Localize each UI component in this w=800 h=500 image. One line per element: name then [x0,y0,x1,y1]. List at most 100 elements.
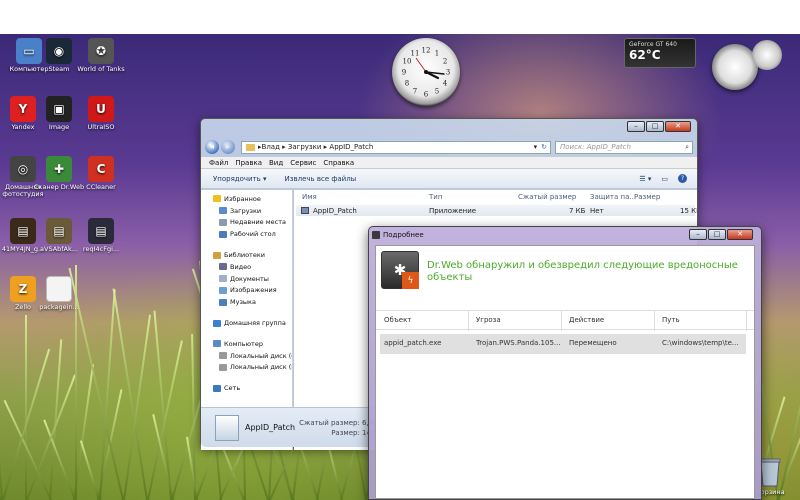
exe-file-icon [301,207,309,214]
search-icon[interactable]: ⌕ [685,143,689,152]
nav-item[interactable]: Недавние места [201,217,292,229]
desktop-icon[interactable]: ▤ reqI4cFgi... [72,218,130,253]
threat-table-header: Объект Угроза Действие Путь [376,310,754,331]
drweb-details-window[interactable]: Подробнее – □ ✕ ✱ ϟ Dr.Web обнаружил и об… [368,226,762,500]
organize-button[interactable]: Упорядочить ▾ [213,175,267,183]
nav-item[interactable]: Музыка [201,296,292,308]
cpu-meter-gadget[interactable] [712,44,758,90]
menu-edit[interactable]: Правка [235,159,262,167]
nav-item-icon [219,286,227,294]
extract-all-button[interactable]: Извлечь все файлы [285,175,357,183]
desktop-icon[interactable]: U UltraISO [72,96,130,131]
nav-item-label: Документы [230,274,269,283]
file-name: AppID_Patch [313,206,357,215]
menu-tools[interactable]: Сервис [290,159,316,167]
refresh-icon[interactable]: ↻ [541,143,547,151]
col-path[interactable]: Путь [662,316,680,324]
forward-button[interactable]: ▸ [221,140,235,154]
drweb-spider-logo-icon: ✱ ϟ [381,251,419,289]
table-row[interactable]: AppID_Patch Приложение 7 КБ Нет 15 КБ [296,205,697,216]
column-headers: Имя Тип Сжатый размер Защита па... Разме… [294,190,697,204]
desktop-icon[interactable]: packagein... [30,276,88,311]
menu-file[interactable]: Файл [209,159,228,167]
help-icon[interactable]: ? [678,174,687,183]
close-button[interactable]: ✕ [665,121,691,132]
nav-item[interactable]: Сеть [201,382,292,394]
desktop-icon[interactable]: ✪ World of Tanks [72,38,130,73]
menu-view[interactable]: Вид [269,159,283,167]
breadcrumb-sep: ▸ [321,143,330,151]
nav-item-icon [219,230,227,238]
app-icon: C [88,156,114,182]
clock-numeral: 7 [413,88,417,96]
app-icon: U [88,96,114,122]
breadcrumb-item[interactable]: Загрузки [288,143,322,151]
nav-item[interactable]: Изображения [201,285,292,297]
col-compressed[interactable]: Сжатый размер [518,193,576,201]
col-size[interactable]: Размер [634,193,660,201]
search-input[interactable]: Поиск: AppID_Patch ⌕ [555,140,693,154]
nav-item[interactable]: Видео [201,261,292,273]
address-bar-row: ◂ ▸ ▸ Влад ▸ Загрузки ▸ AppID_Patch ▾ ↻ … [205,139,693,155]
view-options-icon[interactable]: ☰ ▾ [639,175,651,183]
nav-item-label: Музыка [230,298,256,307]
clock-numeral: 3 [446,69,450,77]
menu-help[interactable]: Справка [323,159,354,167]
nav-item[interactable]: Локальный диск (C:) [201,350,292,362]
clock-gadget[interactable]: 1 2 3 4 5 6 7 8 9 10 11 12 [392,38,460,106]
back-button[interactable]: ◂ [205,140,219,154]
nav-item[interactable]: Избранное [201,193,292,205]
nav-item[interactable]: Документы [201,273,292,285]
clock-numeral: 2 [443,58,447,66]
gpu-temp-gadget[interactable]: GeForce GT 640 62°C [624,38,696,68]
clock-numeral: 11 [411,49,420,57]
file-preview-icon [215,414,239,441]
close-button[interactable]: ✕ [727,229,753,240]
file-protected: Нет [590,206,604,215]
nav-item-label: Локальный диск (C:) [230,351,292,360]
col-protected[interactable]: Защита па... [590,193,636,201]
nav-item-icon [219,218,227,226]
col-object[interactable]: Объект [384,316,411,324]
grass-blade [25,315,27,500]
col-name[interactable]: Имя [302,193,317,201]
history-dropdown-icon[interactable]: ▾ [534,143,538,151]
nav-item-label: Домашняя группа [224,319,286,328]
app-icon [46,276,72,302]
desktop-icon[interactable]: C CCleaner [72,156,130,191]
nav-item[interactable]: Загрузки [201,205,292,217]
desktop-icon-label: packagein... [39,303,79,311]
threat-name: Trojan.PWS.Panda.105... [476,339,561,347]
clock-numeral: 6 [424,91,429,99]
grass-blade [43,419,76,500]
threat-path: C:\windows\temp\te... [662,339,739,347]
nav-item[interactable]: Рабочий стол [201,228,292,240]
ram-meter-gadget[interactable] [752,40,782,70]
col-action[interactable]: Действие [569,316,604,324]
preview-pane-icon[interactable]: ▭ [661,175,668,183]
maximize-button[interactable]: □ [646,121,664,132]
minimize-button[interactable]: – [689,229,707,240]
grass-blade [112,288,148,500]
address-bar[interactable]: ▸ Влад ▸ Загрузки ▸ AppID_Patch ▾ ↻ [241,140,551,154]
nav-item-label: Сеть [224,384,241,393]
col-type[interactable]: Тип [429,193,442,201]
gpu-name: GeForce GT 640 [629,41,677,48]
drweb-app-icon [372,231,380,239]
nav-item-icon [213,195,221,203]
col-threat[interactable]: Угроза [476,316,501,324]
minimize-button[interactable]: – [627,121,645,132]
nav-item[interactable]: Домашняя группа [201,317,292,329]
file-compressed: 7 КБ [569,206,586,215]
nav-item[interactable]: Библиотеки [201,249,292,261]
table-row[interactable]: appid_patch.exe Trojan.PWS.Panda.105... … [380,334,746,354]
clock-numeral: 8 [405,80,409,88]
nav-item[interactable]: Локальный диск (D:) [201,362,292,374]
breadcrumb-item[interactable]: AppID_Patch [329,143,373,151]
maximize-button[interactable]: □ [708,229,726,240]
nav-item[interactable]: Компьютер [201,338,292,350]
nav-item-label: Компьютер [224,339,263,348]
breadcrumb-item[interactable]: Влад [262,143,280,151]
